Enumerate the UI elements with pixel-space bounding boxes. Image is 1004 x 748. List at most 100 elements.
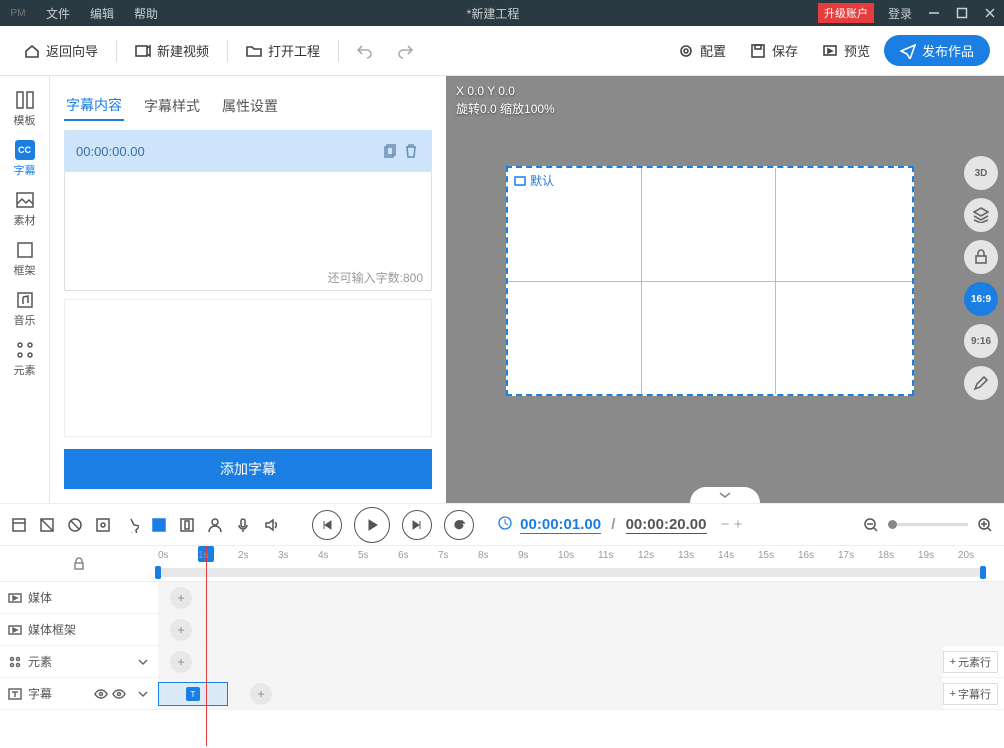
- tool-3d[interactable]: 3D: [964, 156, 998, 190]
- tick: 17s: [838, 546, 878, 581]
- tick: 15s: [758, 546, 798, 581]
- music-icon: [15, 290, 35, 310]
- canvas-collapse-handle[interactable]: [690, 487, 760, 503]
- preview-button[interactable]: 预览: [812, 35, 880, 66]
- track-body[interactable]: T+: [158, 678, 943, 709]
- publish-button[interactable]: 发布作品: [884, 35, 990, 66]
- tool-text[interactable]: [148, 514, 170, 536]
- add-element-row-button[interactable]: + 元素行: [943, 651, 998, 673]
- tool-sound[interactable]: [260, 514, 282, 536]
- zoom-out-button[interactable]: [860, 514, 882, 536]
- menu-file[interactable]: 文件: [36, 5, 80, 22]
- tab-properties[interactable]: 属性设置: [220, 92, 280, 120]
- current-time[interactable]: 00:00:01.00: [520, 516, 601, 534]
- sidebar-element[interactable]: 元素: [0, 334, 49, 384]
- loop-button[interactable]: [444, 510, 474, 540]
- track-body[interactable]: +: [158, 646, 943, 677]
- tick: 0s: [158, 546, 198, 581]
- loop-icon: [453, 519, 465, 531]
- tool-person[interactable]: [204, 514, 226, 536]
- tool-5[interactable]: [120, 514, 142, 536]
- new-icon: [135, 43, 151, 59]
- sidebar-material[interactable]: 素材: [0, 184, 49, 234]
- redo-button[interactable]: [387, 37, 423, 65]
- tool-ratio-169[interactable]: 16:9: [964, 282, 998, 316]
- canvas-stage[interactable]: 默认: [506, 166, 914, 396]
- next-button[interactable]: [402, 510, 432, 540]
- tab-subtitle-content[interactable]: 字幕内容: [64, 91, 124, 121]
- copy-icon: [384, 144, 398, 158]
- add-clip-button[interactable]: +: [170, 587, 192, 609]
- add-clip-button[interactable]: +: [170, 651, 192, 673]
- menu-help[interactable]: 帮助: [124, 5, 168, 22]
- save-button[interactable]: 保存: [740, 35, 808, 66]
- tool-2[interactable]: [36, 514, 58, 536]
- person-icon: [207, 517, 223, 533]
- window-title: *新建工程: [168, 5, 818, 22]
- track-icon: [8, 591, 22, 605]
- tick: 18s: [878, 546, 918, 581]
- track-body[interactable]: +: [158, 614, 1004, 645]
- image-icon: [15, 190, 35, 210]
- login-button[interactable]: 登录: [880, 5, 920, 22]
- undo-button[interactable]: [347, 37, 383, 65]
- open-project-button[interactable]: 打开工程: [236, 35, 330, 66]
- rect-icon: [514, 176, 526, 186]
- app-logo: PM: [0, 8, 36, 19]
- tool-3[interactable]: [64, 514, 86, 536]
- add-subtitle-row-button[interactable]: + 字幕行: [943, 683, 998, 705]
- tick: 20s: [958, 546, 998, 581]
- zoom-in-button[interactable]: [974, 514, 996, 536]
- add-clip-button[interactable]: +: [250, 683, 272, 705]
- tool-7[interactable]: [176, 514, 198, 536]
- tick: 3s: [278, 546, 318, 581]
- subtitle-clip[interactable]: T: [158, 682, 228, 706]
- timeline-lock[interactable]: [0, 546, 158, 581]
- stage-default-label: 默认: [514, 172, 554, 189]
- tool-1[interactable]: [8, 514, 30, 536]
- track-body[interactable]: +: [158, 582, 1004, 613]
- sidebar-subtitle[interactable]: CC 字幕: [0, 134, 49, 184]
- add-subtitle-button[interactable]: 添加字幕: [64, 449, 432, 489]
- tick: 8s: [478, 546, 518, 581]
- add-clip-button[interactable]: +: [170, 619, 192, 641]
- close-button[interactable]: [976, 0, 1004, 26]
- timeline-ruler[interactable]: 0s1s2s3s4s5s6s7s8s9s10s11s12s13s14s15s16…: [158, 546, 1004, 581]
- maximize-button[interactable]: [948, 0, 976, 26]
- tool-lock[interactable]: [964, 240, 998, 274]
- delete-button[interactable]: [402, 142, 420, 160]
- subtitle-time[interactable]: 00:00:00.00: [76, 144, 380, 159]
- sidebar-music[interactable]: 音乐: [0, 284, 49, 334]
- sidebar-template[interactable]: 模板: [0, 84, 49, 134]
- canvas-info: X 0.0 Y 0.0 旋转0.0 缩放100%: [456, 82, 555, 118]
- eye-icon[interactable]: [94, 687, 108, 701]
- track-icon: [8, 655, 22, 669]
- tool-layers[interactable]: [964, 198, 998, 232]
- prev-button[interactable]: [312, 510, 342, 540]
- play-button[interactable]: [354, 507, 390, 543]
- tick: 14s: [718, 546, 758, 581]
- play-icon: [366, 519, 378, 531]
- cc-icon: CC: [15, 140, 35, 160]
- zoom-slider[interactable]: [888, 523, 968, 526]
- tick: 12s: [638, 546, 678, 581]
- track-mediaframe: 媒体框架+: [0, 614, 1004, 646]
- tool-mic[interactable]: [232, 514, 254, 536]
- chevron-down-icon[interactable]: [136, 687, 150, 701]
- tool-ratio-916[interactable]: 9:16: [964, 324, 998, 358]
- upgrade-button[interactable]: 升级账户: [818, 3, 874, 23]
- tool-edit[interactable]: [964, 366, 998, 400]
- copy-button[interactable]: [382, 142, 400, 160]
- sidebar-frame[interactable]: 框架: [0, 234, 49, 284]
- total-time[interactable]: 00:00:20.00: [626, 516, 707, 534]
- menu-edit[interactable]: 编辑: [80, 5, 124, 22]
- new-video-button[interactable]: 新建视频: [125, 35, 219, 66]
- eye-icon[interactable]: [112, 687, 126, 701]
- minimize-button[interactable]: [920, 0, 948, 26]
- back-wizard-button[interactable]: 返回向导: [14, 35, 108, 66]
- tool-4[interactable]: [92, 514, 114, 536]
- config-button[interactable]: 配置: [668, 35, 736, 66]
- tab-subtitle-style[interactable]: 字幕样式: [142, 92, 202, 120]
- subtitle-textarea[interactable]: [65, 172, 431, 262]
- chevron-down-icon[interactable]: [136, 655, 150, 669]
